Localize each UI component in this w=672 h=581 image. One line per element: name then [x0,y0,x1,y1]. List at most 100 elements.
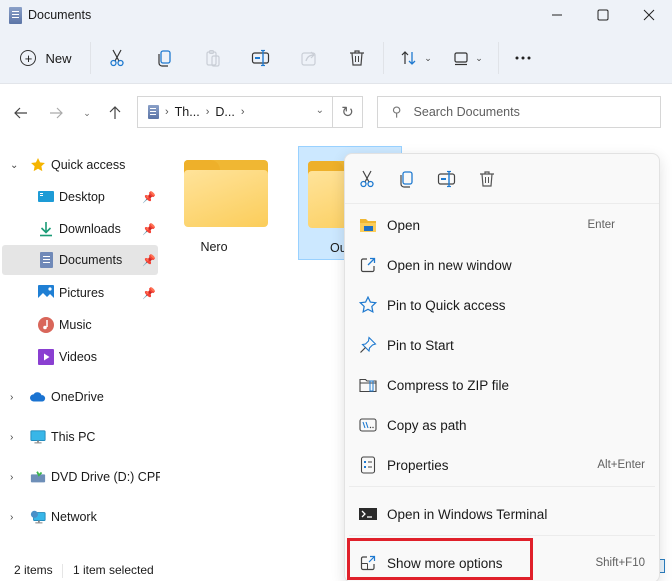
sidebar-item-videos[interactable]: Videos [2,342,158,372]
sidebar-item-downloads[interactable]: Downloads 📌 [2,214,158,244]
sidebar-item-music[interactable]: Music [2,310,158,340]
scissors-icon [360,170,374,188]
file-explorer-window: Documents + New ⌄ ⌄ ⌄ › Th... › D... › ⌄… [0,0,672,581]
menu-item-properties[interactable]: Properties Alt+Enter [349,447,655,483]
recent-locations-button[interactable]: ⌄ [74,101,100,125]
share-button[interactable] [296,44,322,72]
sort-button[interactable]: ⌄ [396,44,436,72]
menu-item-open[interactable]: Open Enter [349,207,655,243]
sidebar-item-dvd-drive[interactable]: › DVD Drive (D:) CPRA [2,462,173,492]
context-rename-button[interactable] [434,166,460,192]
copy-button[interactable] [152,44,178,72]
sidebar-item-onedrive[interactable]: › OneDrive [2,382,158,412]
menu-divider [349,486,655,487]
close-icon [643,9,655,21]
rename-button[interactable] [248,44,274,72]
terminal-icon [359,505,377,523]
breadcrumb-separator-icon[interactable]: › [165,106,169,118]
more-options-button[interactable] [510,44,536,72]
selection-count: 1 item selected [73,563,154,577]
refresh-button[interactable]: ↻ [333,96,363,128]
videos-icon [38,349,54,365]
menu-item-label: Pin to Quick access [387,297,506,313]
menu-item-pin-start[interactable]: Pin to Start [349,327,655,363]
desktop-icon [38,189,54,205]
sidebar-label: Desktop [59,190,105,204]
back-arrow-icon [14,107,27,119]
chevron-right-icon[interactable]: › [10,472,13,483]
context-quick-actions [345,154,659,204]
trash-icon [350,50,364,66]
menu-item-label: Copy as path [387,417,467,433]
annotation-highlight-box [347,538,533,580]
view-icon [454,52,468,66]
context-delete-button[interactable] [474,166,500,192]
menu-item-open-new-window[interactable]: Open in new window [349,247,655,283]
sidebar-label: Pictures [59,286,105,300]
sidebar-label: This PC [51,430,96,444]
pin-icon[interactable]: 📌 [142,223,156,236]
search-box[interactable]: ⚲ Search Documents [377,96,661,128]
cut-button[interactable] [104,44,130,72]
breadcrumb-item[interactable]: Th... [175,105,200,119]
breadcrumb-separator-icon[interactable]: › [206,106,210,118]
sidebar-label: Network [51,510,97,524]
back-button[interactable] [8,101,34,125]
sidebar-label: Videos [59,350,97,364]
sidebar-item-desktop[interactable]: Desktop 📌 [2,182,158,212]
computer-icon [30,429,46,445]
sidebar-label: Downloads [59,222,121,236]
new-button[interactable]: + New [14,44,78,72]
toolbar-divider [498,42,499,74]
search-input[interactable]: Search Documents [414,105,520,119]
sidebar-label: OneDrive [51,390,104,404]
maximize-button[interactable] [580,0,626,30]
address-history-dropdown[interactable]: ⌄ [316,105,324,116]
title-bar: Documents [0,0,672,32]
copy-icon [400,171,413,188]
menu-item-windows-terminal[interactable]: Open in Windows Terminal [349,496,655,532]
forward-arrow-icon [50,107,63,119]
up-button[interactable] [102,101,128,125]
pin-icon[interactable]: 📌 [142,287,156,300]
context-copy-button[interactable] [394,166,420,192]
sidebar-label: DVD Drive (D:) CPRA [51,470,173,484]
address-bar[interactable]: › Th... › D... › ⌄ [137,96,333,128]
sidebar-item-documents[interactable]: Documents 📌 [2,245,158,275]
copy-path-icon [359,416,377,434]
folder-item[interactable]: Nero [162,146,268,260]
star-icon [30,157,46,173]
pin-icon[interactable]: 📌 [142,191,156,204]
menu-item-compress-zip[interactable]: Compress to ZIP file [349,367,655,403]
breadcrumb-item[interactable]: D... [215,105,234,119]
menu-item-pin-quick-access[interactable]: Pin to Quick access [349,287,655,323]
chevron-right-icon[interactable]: › [10,432,13,443]
sidebar-label: Documents [59,253,123,267]
context-cut-button[interactable] [354,166,380,192]
close-button[interactable] [626,0,672,30]
sidebar-item-pictures[interactable]: Pictures 📌 [2,278,158,308]
zip-icon [359,376,377,394]
chevron-right-icon[interactable]: › [10,512,13,523]
chevron-right-icon[interactable]: › [10,392,13,403]
breadcrumb-separator-icon[interactable]: › [241,106,245,118]
onedrive-icon [30,389,46,405]
menu-item-copy-path[interactable]: Copy as path [349,407,655,443]
sidebar-item-this-pc[interactable]: › This PC [2,422,158,452]
paste-button[interactable] [200,44,226,72]
menu-item-label: Properties [387,457,449,473]
view-button[interactable]: ⌄ [448,44,488,72]
minimize-button[interactable] [534,0,580,30]
chevron-down-icon[interactable]: ⌄ [10,160,18,171]
maximize-icon [597,9,609,21]
pin-icon[interactable]: 📌 [142,254,156,267]
sidebar-item-network[interactable]: › Network [2,502,158,532]
chevron-down-icon: ⌄ [424,52,432,63]
menu-item-label: Open [387,217,421,233]
sidebar-item-quick-access[interactable]: ⌄ Quick access [2,150,158,180]
delete-button[interactable] [344,44,370,72]
folder-open-icon [359,216,377,234]
folder-name: Nero [200,240,228,254]
rename-icon [437,170,456,188]
forward-button[interactable] [43,101,69,125]
